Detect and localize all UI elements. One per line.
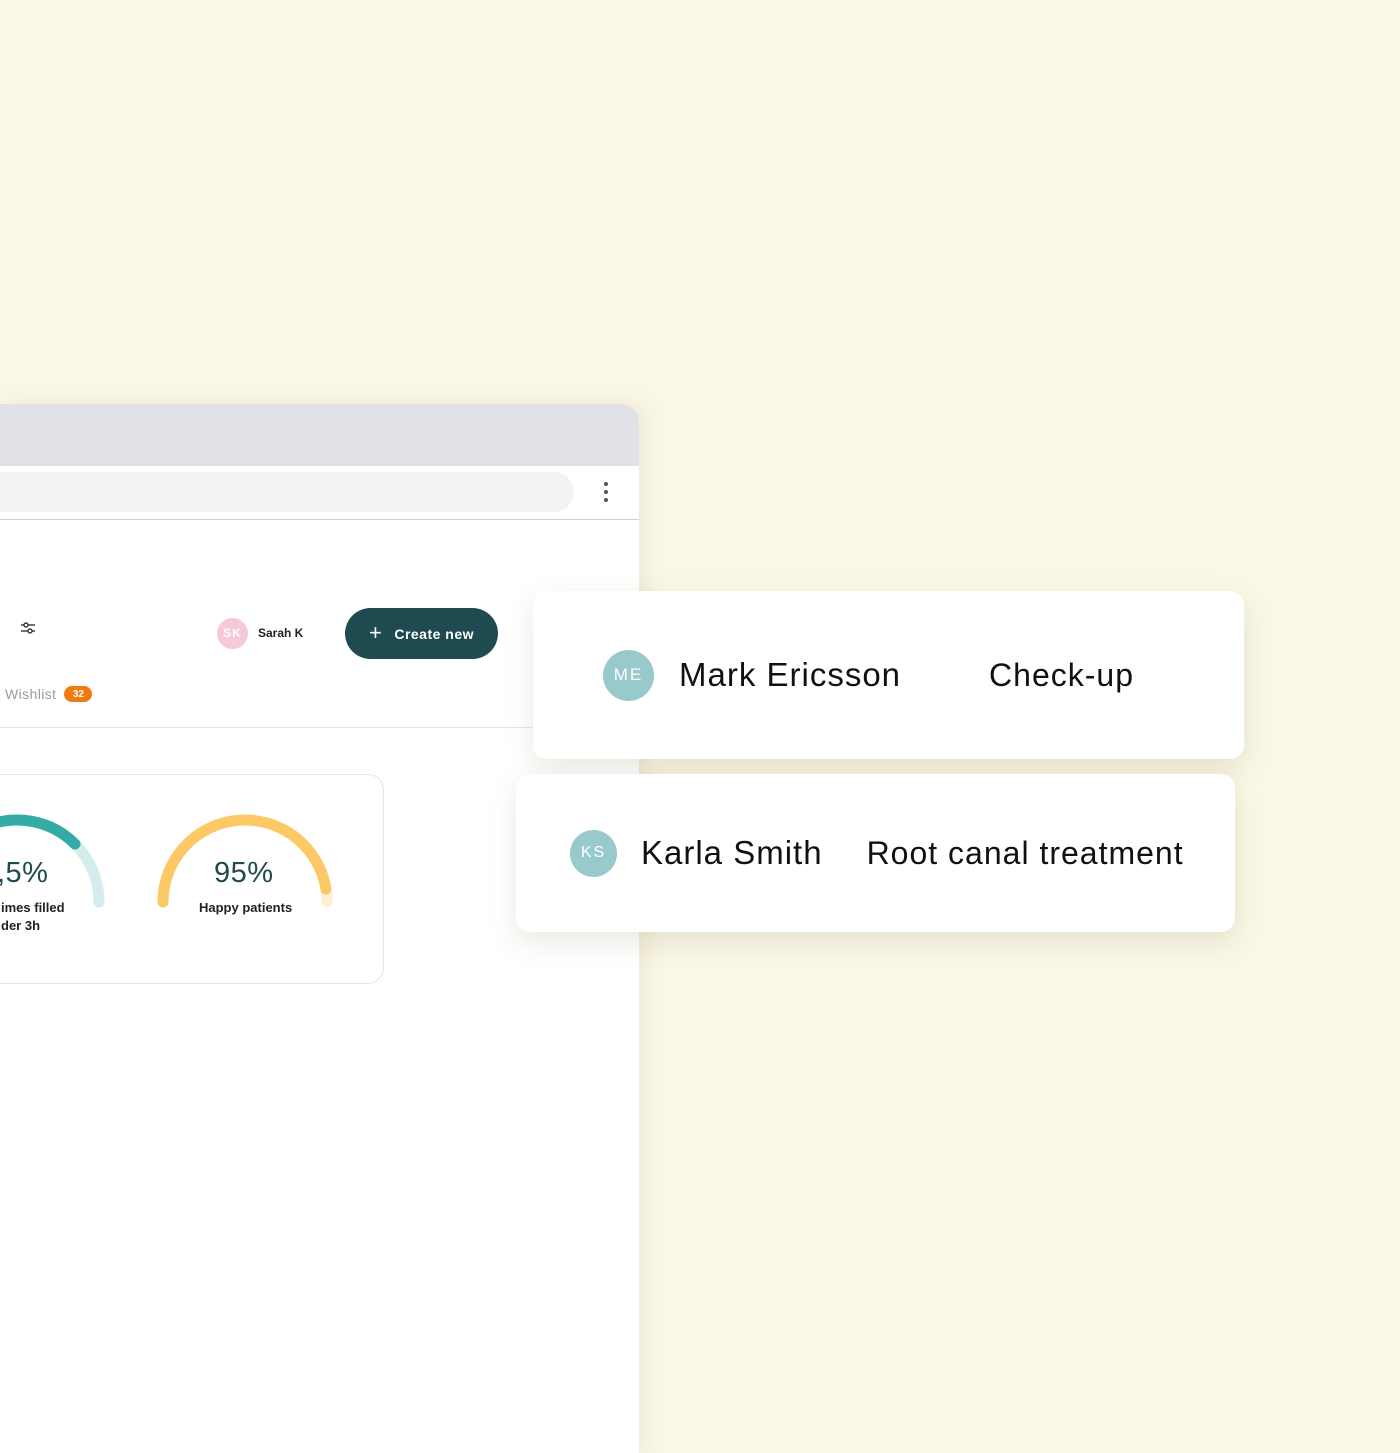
appointment-card[interactable]: ME Mark Ericsson Check-up (533, 591, 1244, 759)
avatar: ME (603, 649, 654, 701)
create-new-button[interactable]: + Create new (345, 608, 498, 659)
treatment-name: Check-up (989, 656, 1134, 693)
treatment-name: Root canal treatment (866, 834, 1184, 871)
create-new-label: Create new (394, 625, 475, 642)
gauge-label-line: imes filled (1, 900, 65, 915)
browser-tab-bar (0, 404, 639, 466)
filter-sliders-icon[interactable] (16, 616, 40, 640)
more-vertical-icon[interactable] (596, 480, 616, 504)
patient-name: Karla Smith (641, 834, 823, 871)
tab-label: Wishlist (5, 686, 57, 702)
user-name: Sarah K (258, 626, 304, 640)
gauge-label-line: der 3h (1, 918, 41, 933)
user-chip[interactable]: SK Sarah K (217, 617, 303, 649)
tab-wishlist[interactable]: Wishlist 32 (5, 686, 93, 702)
count-badge: 32 (64, 686, 93, 702)
plus-icon: + (368, 619, 383, 645)
gauge-value: ,5% (0, 857, 49, 889)
gauge-label: imes filled der 3h (1, 899, 65, 935)
appointment-card[interactable]: KS Karla Smith Root canal treatment (516, 774, 1235, 932)
gauge-value: 95% (214, 857, 274, 889)
chrome-divider (0, 519, 639, 520)
gauge-label: Happy patients (199, 900, 293, 915)
avatar: KS (570, 829, 617, 877)
patient-name: Mark Ericsson (679, 656, 902, 693)
stats-card: ,5% imes filled der 3h 95% Happy patient… (0, 774, 384, 984)
address-bar[interactable] (0, 472, 574, 512)
avatar: SK (217, 617, 248, 649)
